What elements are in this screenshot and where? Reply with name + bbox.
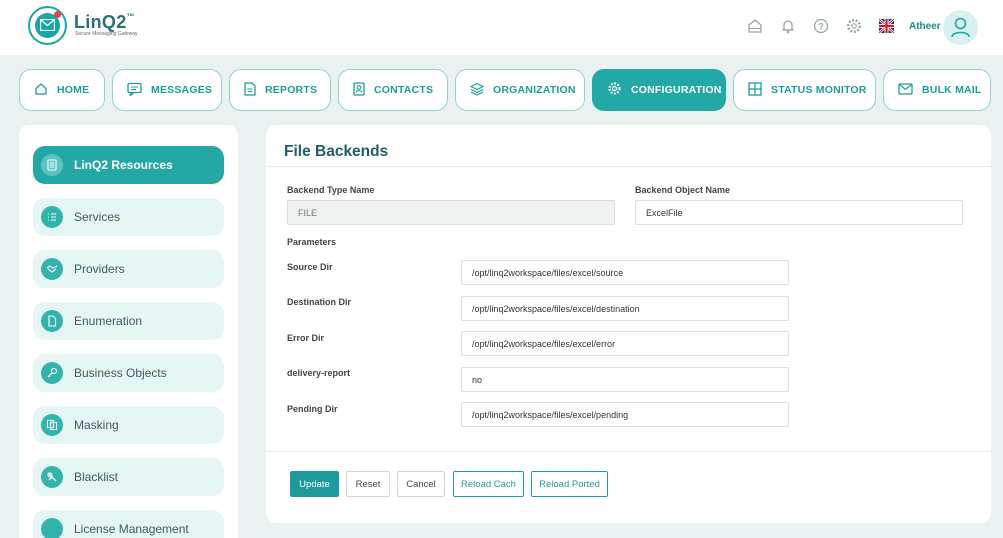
block-icon bbox=[41, 466, 63, 488]
sidebar-item-label: Business Objects bbox=[74, 366, 167, 380]
sidebar-item-label: LinQ2 Resources bbox=[74, 158, 173, 172]
sidebar-item-masking[interactable]: Masking bbox=[33, 406, 224, 444]
page-title: File Backends bbox=[284, 143, 389, 160]
contact-icon bbox=[353, 81, 365, 99]
tab-label: HOME bbox=[57, 84, 90, 96]
sidebar-item-label: License Management bbox=[74, 522, 189, 536]
tab-reports[interactable]: REPORTS bbox=[229, 69, 331, 111]
sidebar-item-label: Blacklist bbox=[74, 470, 119, 484]
sidebar-item-label: Providers bbox=[74, 262, 125, 276]
tab-contacts[interactable]: CONTACTS bbox=[338, 69, 448, 111]
reload-ported-button[interactable]: Reload Ported bbox=[531, 471, 608, 497]
document-icon bbox=[244, 81, 256, 99]
param-label: Source Dir bbox=[287, 262, 333, 272]
tab-home[interactable]: HOME bbox=[19, 69, 105, 111]
sidebar: LinQ2 Resources Services Providers Enume… bbox=[19, 125, 238, 538]
list-icon bbox=[41, 206, 63, 228]
list-icon bbox=[41, 154, 63, 176]
notification-dot bbox=[54, 11, 61, 18]
tab-messages[interactable]: MESSAGES bbox=[112, 69, 222, 111]
sidebar-item-linq2-resources[interactable]: LinQ2 Resources bbox=[33, 146, 224, 184]
delivery-report-field[interactable]: no bbox=[461, 367, 789, 392]
tab-label: STATUS MONITOR bbox=[771, 84, 867, 96]
user-avatar-icon[interactable] bbox=[943, 10, 978, 45]
tab-label: CONTACTS bbox=[374, 84, 434, 96]
tab-configuration[interactable]: CONFIGURATION bbox=[592, 69, 726, 111]
update-button[interactable]: Update bbox=[290, 471, 339, 497]
brand-tagline: Secure Messaging Gateway bbox=[75, 31, 138, 37]
param-label: Error Dir bbox=[287, 333, 325, 343]
error-dir-field[interactable]: /opt/linq2workspace/files/excel/error bbox=[461, 331, 789, 356]
backend-type-field: FILE bbox=[287, 200, 615, 225]
license-icon bbox=[41, 518, 63, 538]
sidebar-item-services[interactable]: Services bbox=[33, 198, 224, 236]
home-icon[interactable] bbox=[746, 17, 764, 35]
bell-icon[interactable] bbox=[779, 17, 797, 35]
sidebar-item-enumeration[interactable]: Enumeration bbox=[33, 302, 224, 340]
file-backends-panel: File Backends Backend Type Name FILE Bac… bbox=[266, 125, 991, 523]
divider bbox=[266, 451, 991, 452]
source-dir-field[interactable]: /opt/linq2workspace/files/excel/source bbox=[461, 260, 789, 285]
param-label: delivery-report bbox=[287, 368, 351, 378]
sidebar-item-license-management[interactable]: License Management bbox=[33, 510, 224, 538]
help-icon[interactable]: ? bbox=[812, 17, 830, 35]
tab-organization[interactable]: ORGANIZATION bbox=[455, 69, 585, 111]
gear-icon[interactable] bbox=[845, 17, 863, 35]
reset-button[interactable]: Reset bbox=[346, 471, 390, 497]
copy-icon bbox=[41, 414, 63, 436]
grid-icon bbox=[748, 81, 762, 99]
handshake-icon bbox=[41, 258, 63, 280]
mail-icon bbox=[898, 82, 913, 98]
uk-flag-icon[interactable] bbox=[879, 19, 894, 33]
backend-object-label: Backend Object Name bbox=[635, 185, 731, 195]
cancel-button[interactable]: Cancel bbox=[397, 471, 445, 497]
tab-label: BULK MAIL bbox=[922, 84, 982, 96]
layers-icon bbox=[469, 82, 485, 99]
gear-icon bbox=[607, 81, 622, 99]
home-icon bbox=[34, 82, 48, 99]
message-icon bbox=[127, 82, 142, 99]
sidebar-item-label: Masking bbox=[74, 418, 119, 432]
sidebar-item-business-objects[interactable]: Business Objects bbox=[33, 354, 224, 392]
app-header: LinQ2™ Secure Messaging Gateway ? Atheer bbox=[0, 0, 1003, 55]
destination-dir-field[interactable]: /opt/linq2workspace/files/excel/destinat… bbox=[461, 296, 789, 321]
tab-label: MESSAGES bbox=[151, 84, 213, 96]
reload-cach-button[interactable]: Reload Cach bbox=[453, 471, 524, 497]
pending-dir-field[interactable]: /opt/linq2workspace/files/excel/pending bbox=[461, 402, 789, 427]
tab-status-monitor[interactable]: STATUS MONITOR bbox=[733, 69, 876, 111]
divider bbox=[266, 166, 991, 167]
backend-type-label: Backend Type Name bbox=[287, 185, 375, 195]
tab-bulk-mail[interactable]: BULK MAIL bbox=[883, 69, 991, 111]
document-icon bbox=[41, 310, 63, 332]
user-name[interactable]: Atheer bbox=[909, 21, 941, 32]
tab-label: REPORTS bbox=[265, 84, 318, 96]
tab-label: CONFIGURATION bbox=[631, 84, 722, 96]
parameters-label: Parameters bbox=[287, 237, 337, 247]
backend-object-field[interactable]: ExcelFile bbox=[635, 200, 963, 225]
brand-name: LinQ2™ bbox=[74, 12, 135, 32]
key-icon bbox=[41, 362, 63, 384]
param-label: Pending Dir bbox=[287, 404, 338, 414]
svg-text:?: ? bbox=[818, 22, 824, 32]
sidebar-item-label: Services bbox=[74, 210, 121, 224]
tab-label: ORGANIZATION bbox=[493, 84, 576, 96]
sidebar-item-providers[interactable]: Providers bbox=[33, 250, 224, 288]
sidebar-item-blacklist[interactable]: Blacklist bbox=[33, 458, 224, 496]
param-label: Destination Dir bbox=[287, 297, 352, 307]
logo[interactable] bbox=[28, 6, 67, 45]
sidebar-item-label: Enumeration bbox=[74, 314, 143, 328]
